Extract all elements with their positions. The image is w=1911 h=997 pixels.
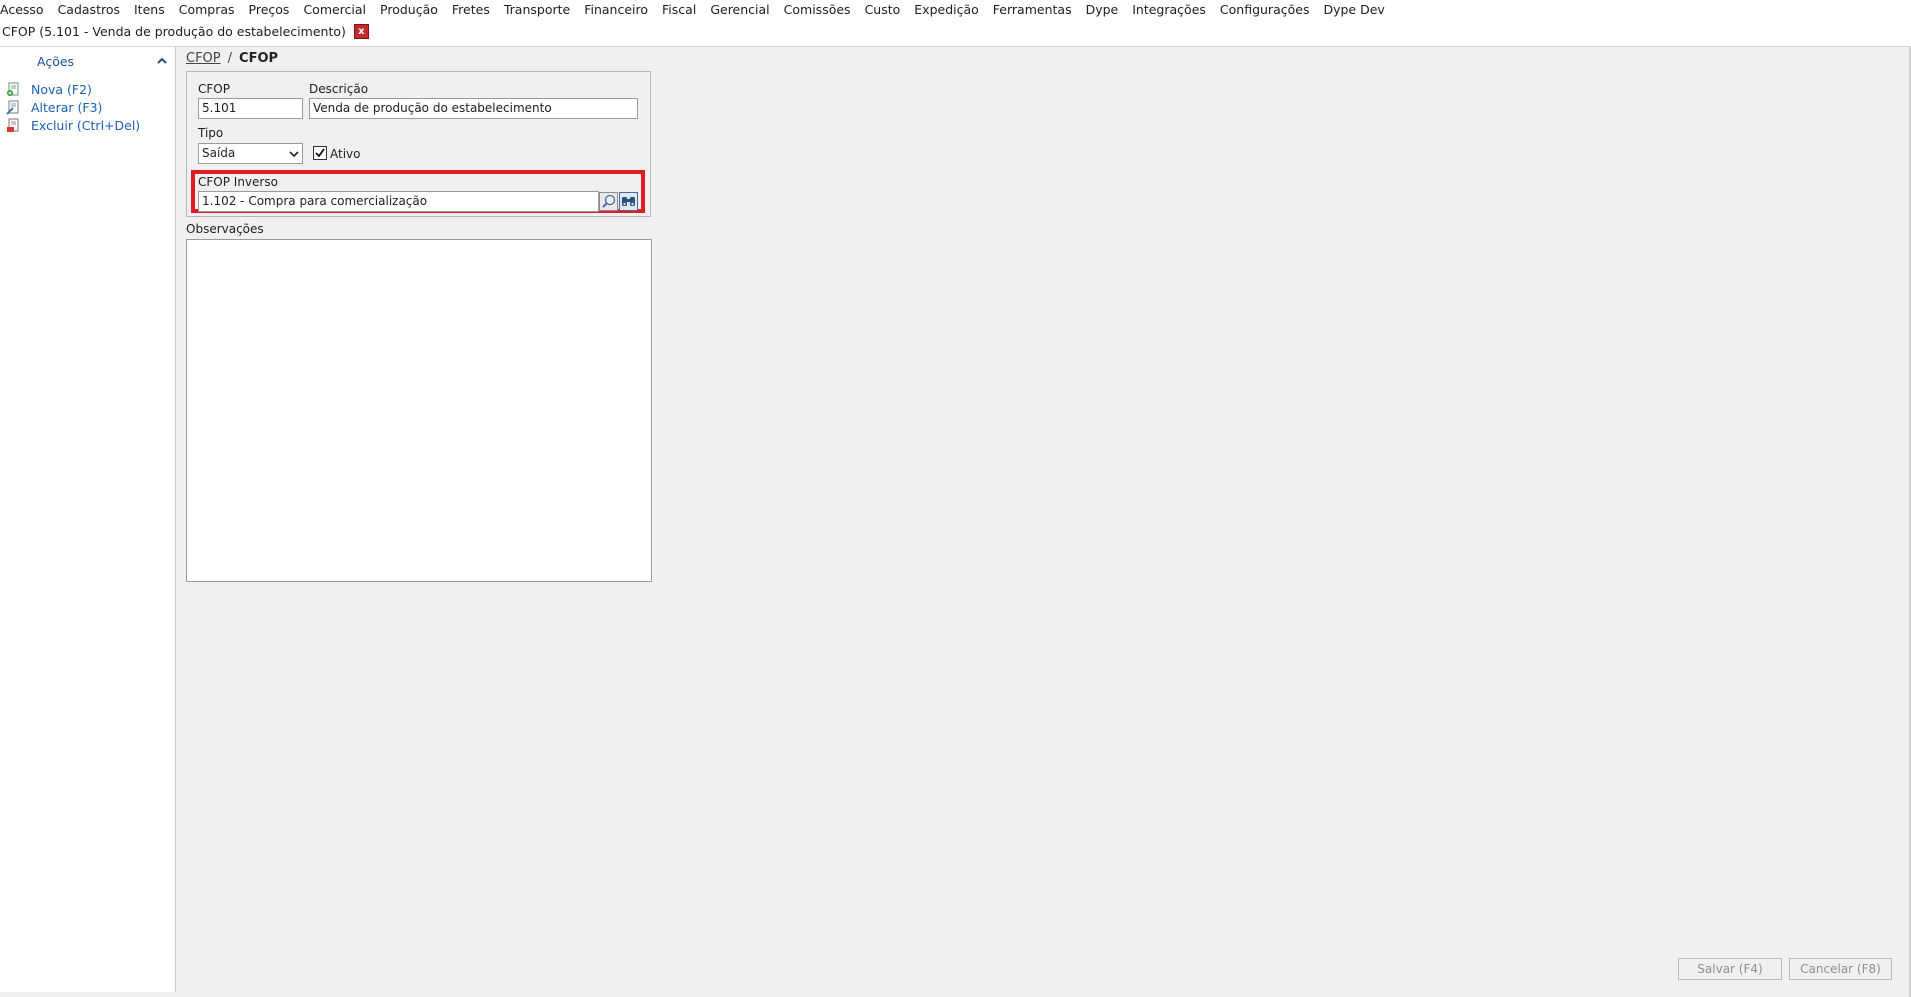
menu-financeiro[interactable]: Financeiro — [577, 0, 655, 20]
chevron-down-icon — [289, 151, 299, 158]
ativo-label[interactable]: Ativo — [330, 147, 360, 161]
descricao-field[interactable]: Venda de produção do estabelecimento — [309, 98, 638, 119]
tab-title[interactable]: CFOP (5.101 - Venda de produção do estab… — [2, 24, 346, 39]
document-tab[interactable]: CFOP (5.101 - Venda de produção do estab… — [0, 21, 369, 42]
tipo-label: Tipo — [198, 126, 224, 140]
action-excluir[interactable]: Excluir (Ctrl+Del) — [6, 116, 140, 134]
observacoes-textarea[interactable] — [186, 239, 652, 582]
menu-producao[interactable]: Produção — [373, 0, 445, 20]
app-window: Acesso Cadastros Itens Compras Preços Co… — [0, 0, 1911, 997]
menu-compras[interactable]: Compras — [172, 0, 242, 20]
menu-dype-dev[interactable]: Dype Dev — [1316, 0, 1391, 20]
close-icon: x — [358, 26, 365, 37]
tipo-select[interactable]: Saída — [198, 143, 303, 164]
content-area: Ações Nova (F2) Alterar (F3) Excluir (Ct… — [0, 46, 1911, 997]
tipo-selected-value: Saída — [202, 146, 236, 160]
search-icon — [602, 194, 616, 208]
breadcrumb-current: CFOP — [239, 50, 279, 66]
menu-fiscal[interactable]: Fiscal — [655, 0, 703, 20]
actions-header[interactable]: Ações — [0, 51, 176, 71]
delete-document-icon — [7, 118, 19, 132]
action-nova[interactable]: Nova (F2) — [6, 80, 92, 98]
menu-custo[interactable]: Custo — [858, 0, 908, 20]
menu-bar: Acesso Cadastros Itens Compras Preços Co… — [0, 0, 1911, 20]
menu-integracoes[interactable]: Integrações — [1125, 0, 1213, 20]
edit-document-icon — [6, 100, 19, 115]
check-icon — [315, 148, 325, 158]
action-label[interactable]: Alterar (F3) — [31, 100, 102, 115]
action-alterar[interactable]: Alterar (F3) — [6, 98, 102, 116]
chevron-up-icon[interactable] — [155, 54, 169, 68]
menu-precos[interactable]: Preços — [242, 0, 297, 20]
close-tab-button[interactable]: x — [353, 24, 369, 39]
actions-title: Ações — [37, 54, 75, 69]
menu-gerencial[interactable]: Gerencial — [703, 0, 776, 20]
actions-sidebar: Ações Nova (F2) Alterar (F3) Excluir (Ct… — [0, 47, 176, 992]
menu-dype[interactable]: Dype — [1079, 0, 1126, 20]
menu-transporte[interactable]: Transporte — [497, 0, 577, 20]
save-button[interactable]: Salvar (F4) — [1678, 958, 1782, 980]
binoculars-button[interactable] — [619, 192, 638, 211]
descricao-label: Descrição — [309, 82, 369, 96]
breadcrumb-link-cfop[interactable]: CFOP — [186, 51, 221, 66]
menu-fretes[interactable]: Fretes — [445, 0, 497, 20]
cfop-label: CFOP — [198, 82, 230, 96]
menu-itens[interactable]: Itens — [127, 0, 172, 20]
menu-comissoes[interactable]: Comissões — [777, 0, 858, 20]
menu-comercial[interactable]: Comercial — [296, 0, 373, 20]
menu-ferramentas[interactable]: Ferramentas — [986, 0, 1079, 20]
cancel-button[interactable]: Cancelar (F8) — [1789, 958, 1892, 980]
action-label[interactable]: Excluir (Ctrl+Del) — [31, 118, 140, 133]
breadcrumb-separator: / — [227, 50, 233, 66]
menu-acesso[interactable]: Acesso — [0, 0, 51, 20]
menu-expedicao[interactable]: Expedição — [907, 0, 986, 20]
search-button[interactable] — [599, 192, 618, 211]
cfop-inverso-field[interactable]: 1.102 - Compra para comercialização — [198, 191, 599, 212]
cfop-form-group: CFOP 5.101 Descrição Venda de produção d… — [186, 71, 651, 217]
cfop-field[interactable]: 5.101 — [198, 98, 303, 119]
new-document-icon — [7, 82, 19, 96]
observacoes-label: Observações — [186, 222, 264, 236]
action-label[interactable]: Nova (F2) — [31, 82, 92, 97]
menu-configuracoes[interactable]: Configurações — [1213, 0, 1317, 20]
breadcrumb: CFOP / CFOP — [186, 49, 278, 67]
menu-cadastros[interactable]: Cadastros — [51, 0, 127, 20]
cfop-inverso-label: CFOP Inverso — [198, 175, 278, 189]
binoculars-icon — [622, 197, 635, 206]
ativo-checkbox[interactable] — [313, 146, 327, 160]
